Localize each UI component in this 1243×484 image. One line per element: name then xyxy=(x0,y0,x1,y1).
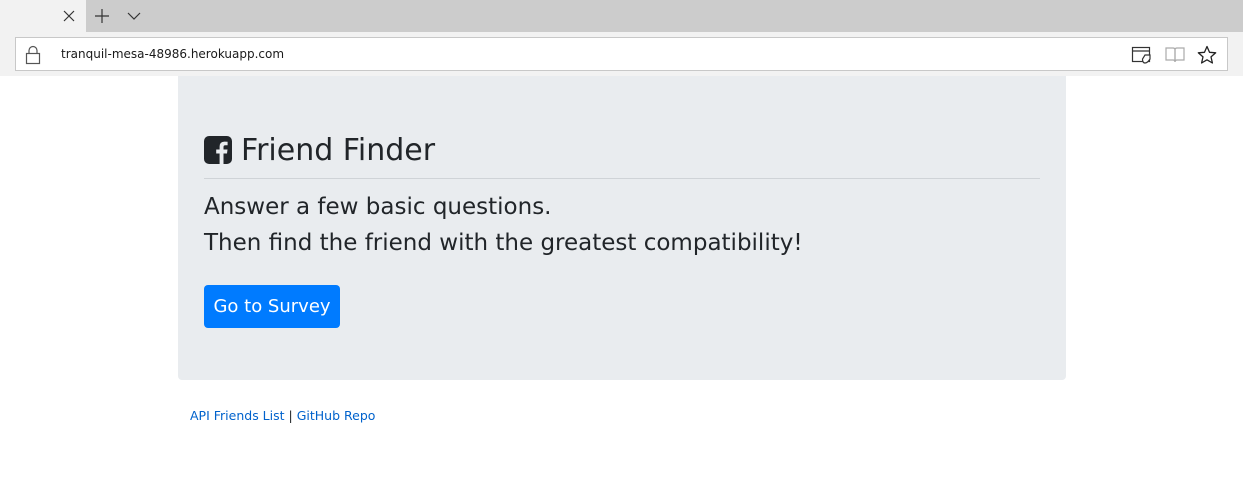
hero-jumbotron: Friend Finder Answer a few basic questio… xyxy=(178,76,1066,380)
tab-strip xyxy=(0,0,1243,32)
book-icon[interactable] xyxy=(1163,44,1187,66)
github-repo-link[interactable]: GitHub Repo xyxy=(297,408,376,423)
active-tab[interactable] xyxy=(0,0,86,32)
lock-icon[interactable] xyxy=(24,45,42,65)
address-bar[interactable]: tranquil-mesa-48986.herokuapp.com xyxy=(15,37,1228,71)
navigation-bar: tranquil-mesa-48986.herokuapp.com xyxy=(0,32,1243,76)
chevron-down-icon[interactable] xyxy=(124,6,144,26)
divider xyxy=(204,178,1040,179)
link-separator: | xyxy=(288,408,293,423)
plus-icon[interactable] xyxy=(92,6,112,26)
page-title-row: Friend Finder xyxy=(204,130,435,170)
url-text[interactable]: tranquil-mesa-48986.herokuapp.com xyxy=(61,38,284,70)
lead-text-line2: Then find the friend with the greatest c… xyxy=(204,230,803,256)
page-title: Friend Finder xyxy=(241,132,436,168)
api-friends-list-link[interactable]: API Friends List xyxy=(190,408,285,423)
close-icon[interactable] xyxy=(60,7,78,25)
go-to-survey-button[interactable]: Go to Survey xyxy=(204,285,340,328)
lead-text-line1: Answer a few basic questions. xyxy=(204,194,552,220)
star-icon[interactable] xyxy=(1195,44,1219,66)
site-permissions-icon[interactable] xyxy=(1130,44,1154,66)
facebook-icon xyxy=(204,136,232,164)
footer-links: API Friends List | GitHub Repo xyxy=(190,408,375,423)
